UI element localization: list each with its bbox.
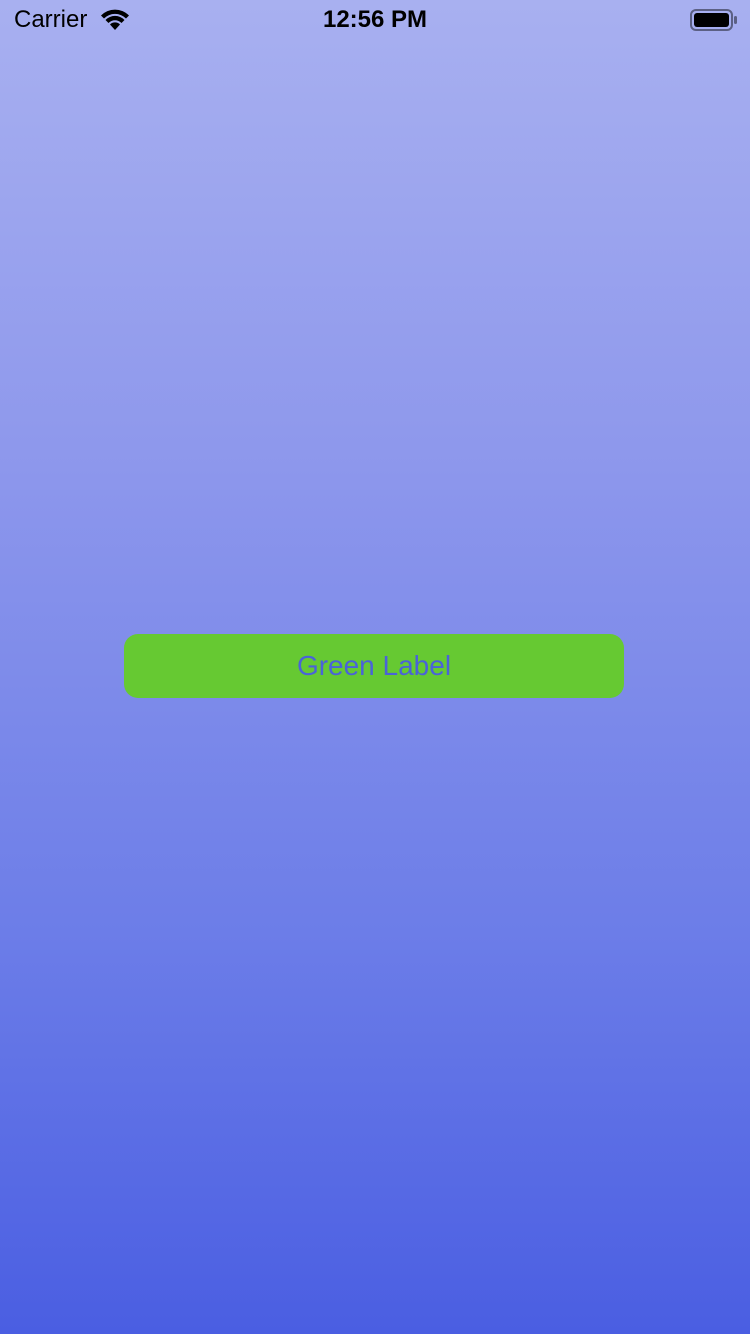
status-bar: Carrier 12:56 PM — [0, 0, 750, 40]
battery-icon — [690, 9, 737, 31]
status-time: 12:56 PM — [322, 6, 428, 33]
app-screen: Carrier 12:56 PM Green Label — [0, 0, 750, 1334]
green-label-text: Green Label — [296, 650, 452, 681]
green-label: Green Label — [124, 634, 624, 698]
